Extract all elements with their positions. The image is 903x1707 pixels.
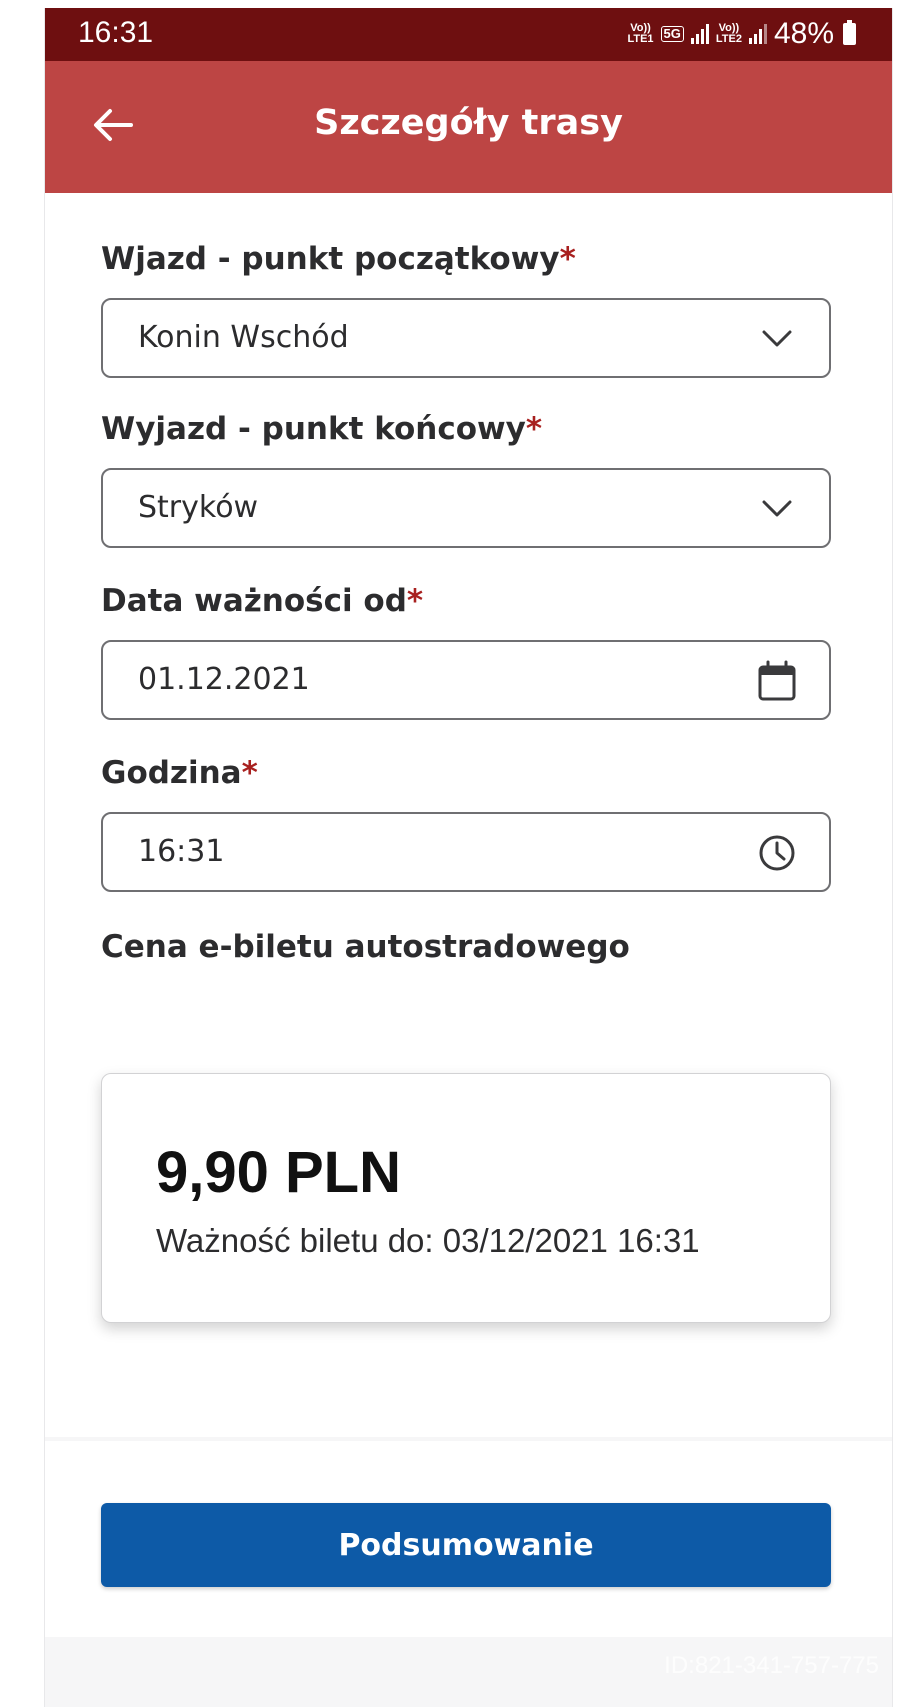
status-icons: Vo)) LTE1 5G Vo)) LTE2 48% <box>627 16 856 52</box>
route-form: Wjazd - punkt początkowy* Konin Wschód W… <box>45 193 892 1437</box>
time-label: Godzina* <box>101 755 258 791</box>
required-mark: * <box>241 755 258 791</box>
price-card: 9,90 PLN Ważność biletu do: 03/12/2021 1… <box>101 1073 831 1323</box>
exit-point-select[interactable]: Stryków <box>101 468 831 548</box>
signal-icon <box>690 24 709 44</box>
time-value: 16:31 <box>138 834 225 869</box>
chevron-down-icon <box>755 317 799 361</box>
valid-from-date-field[interactable]: 01.12.2021 <box>101 640 831 720</box>
sim1-icon: Vo)) LTE1 <box>627 22 654 45</box>
price-amount: 9,90 PLN <box>156 1140 401 1205</box>
signal-icon-2 <box>748 24 767 44</box>
chevron-down-icon <box>755 487 799 531</box>
page-title: Szczegóły trasy <box>314 103 623 143</box>
bottom-action-bar: Podsumowanie <box>45 1441 892 1637</box>
network-5g-icon: 5G <box>660 26 684 42</box>
exit-point-value: Stryków <box>138 490 259 525</box>
exit-label: Wyjazd - punkt końcowy* <box>101 411 543 447</box>
summary-button[interactable]: Podsumowanie <box>101 1503 831 1587</box>
entry-point-select[interactable]: Konin Wschód <box>101 298 831 378</box>
valid-from-value: 01.12.2021 <box>138 662 310 697</box>
phone-screen: 16:31 Vo)) LTE1 5G Vo)) LTE2 48% Szczegó… <box>44 8 893 1707</box>
required-mark: * <box>406 583 424 619</box>
status-bar: 16:31 Vo)) LTE1 5G Vo)) LTE2 48% <box>45 8 892 61</box>
price-section-label: Cena e-biletu autostradowego <box>101 929 630 965</box>
valid-from-label: Data ważności od* <box>101 583 424 619</box>
watermark: ID:821-341-757-775 <box>664 1652 879 1679</box>
status-time: 16:31 <box>78 16 154 49</box>
app-bar: Szczegóły trasy <box>45 61 892 193</box>
battery-icon <box>843 20 856 45</box>
battery-percent: 48% <box>773 17 834 50</box>
calendar-icon <box>755 659 799 703</box>
required-mark: * <box>559 241 576 277</box>
time-field[interactable]: 16:31 <box>101 812 831 892</box>
ticket-validity: Ważność biletu do: 03/12/2021 16:31 <box>156 1222 700 1259</box>
entry-point-value: Konin Wschód <box>138 320 349 355</box>
sim2-icon: Vo)) LTE2 <box>715 22 742 45</box>
entry-label: Wjazd - punkt początkowy* <box>101 241 576 277</box>
required-mark: * <box>525 411 543 447</box>
clock-icon <box>755 831 799 875</box>
